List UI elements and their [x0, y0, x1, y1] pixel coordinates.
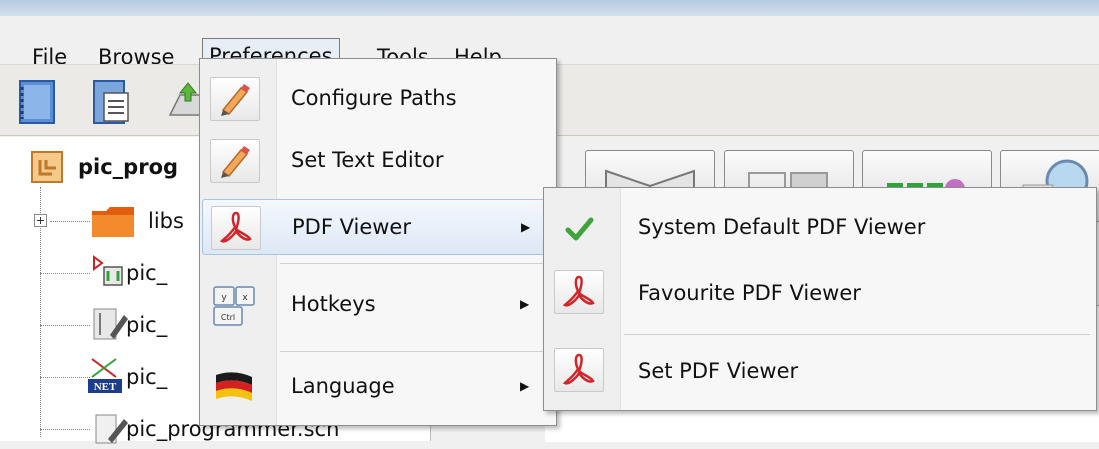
preferences-menu: Configure Paths Set Text Editor PDF View… [199, 58, 557, 426]
folder-icon [92, 207, 134, 237]
menu-item-hotkeys[interactable]: y x Ctrl Hotkeys ▶ [200, 277, 556, 331]
component-file-icon [93, 255, 123, 286]
keyboard-icon: y x Ctrl [210, 283, 258, 326]
expand-icon[interactable] [34, 214, 48, 228]
svg-text:x: x [242, 293, 248, 303]
flag-icon [210, 365, 258, 407]
svg-text:NET: NET [94, 381, 117, 393]
open-project-button[interactable] [88, 75, 134, 127]
schematic-file-icon [95, 414, 128, 444]
pencil-icon [210, 77, 260, 121]
submenu-arrow-icon: ▶ [521, 220, 531, 234]
svg-text:Ctrl: Ctrl [221, 313, 235, 322]
menu-item-set-pdf-viewer[interactable]: Set PDF Viewer [544, 336, 1096, 406]
notebook-icon [19, 80, 55, 124]
checkmark-icon [565, 217, 594, 241]
pdf-icon [554, 348, 604, 392]
menu-item-language[interactable]: Language ▶ [200, 359, 556, 413]
netlist-icon: NET [88, 358, 122, 393]
menu-bar: File Browse Preferences Tools Help [0, 16, 1099, 74]
kicad-project-icon [31, 151, 63, 183]
menu-separator [280, 263, 550, 264]
pencil-icon [210, 139, 260, 183]
pcb-file-icon [93, 308, 128, 340]
menu-item-favourite-pdf-viewer[interactable]: Favourite PDF Viewer [544, 258, 1096, 328]
svg-text:y: y [221, 293, 227, 303]
submenu-arrow-icon: ▶ [520, 379, 530, 393]
open-notebook-icon [93, 80, 129, 124]
submenu-arrow-icon: ▶ [520, 297, 530, 311]
menu-item-configure-paths[interactable]: Configure Paths [200, 71, 556, 125]
window-title-bar [0, 0, 1099, 16]
menu-item-set-text-editor[interactable]: Set Text Editor [200, 133, 556, 187]
menu-separator [624, 334, 1090, 335]
new-project-button[interactable] [14, 75, 60, 127]
pdf-icon [554, 270, 604, 314]
menu-item-pdf-viewer[interactable]: PDF Viewer ▶ [202, 199, 554, 255]
menu-item-system-default-pdf-viewer[interactable]: System Default PDF Viewer [544, 192, 1096, 262]
pdf-viewer-submenu: System Default PDF Viewer Favourite PDF … [543, 187, 1097, 411]
menu-separator [280, 351, 550, 352]
pdf-icon [211, 206, 261, 250]
